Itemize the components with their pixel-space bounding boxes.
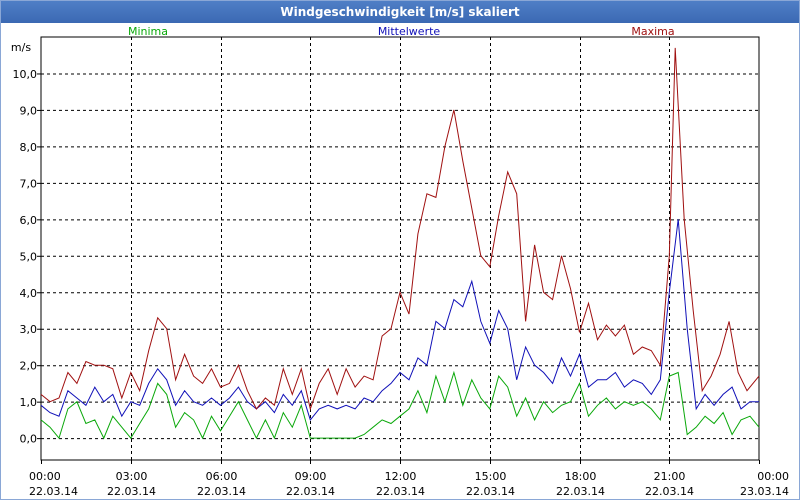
y-tick-label: 2,0 <box>20 360 38 373</box>
x-tick-time-label: 12:00 <box>385 470 417 483</box>
plot-area: 0,0 1,0 2,0 3,0 4,0 5,0 6,0 7,0 8,0 9,0 10,0 m/s 00:… <box>1 23 799 499</box>
chart-window: Windgeschwindigkeit [m/s] skaliert 0,0 1,… <box>0 0 800 500</box>
x-tick-date-label: 23.03.14 <box>740 485 789 498</box>
y-axis-label: m/s <box>11 41 31 54</box>
x-tick-time-label: 09:00 <box>295 470 327 483</box>
line-chart: 0,0 1,0 2,0 3,0 4,0 5,0 6,0 7,0 8,0 9,0 10,0 m/s 00:… <box>11 25 789 498</box>
x-tick-date-label: 22.03.14 <box>556 485 605 498</box>
x-tick-date-label: 22.03.14 <box>645 485 694 498</box>
y-tick-label: 7,0 <box>20 177 38 190</box>
legend-mittel: Mittelwerte <box>378 25 441 38</box>
y-tick-label: 0,0 <box>20 433 38 446</box>
y-tick-label: 5,0 <box>20 250 38 263</box>
window-title: Windgeschwindigkeit [m/s] skaliert <box>1 1 799 23</box>
x-tick-date-label: 22.03.14 <box>107 485 156 498</box>
legend-minima: Minima <box>128 25 168 38</box>
y-tick-label: 8,0 <box>20 141 38 154</box>
x-tick-time-label: 21:00 <box>654 470 686 483</box>
y-tick-label: 6,0 <box>20 214 38 227</box>
x-tick-time-label: 03:00 <box>116 470 148 483</box>
x-tick-time-label: 00:00 <box>757 470 789 483</box>
y-tick-label: 9,0 <box>20 104 38 117</box>
x-tick-time-label: 18:00 <box>565 470 597 483</box>
x-tick-date-label: 22.03.14 <box>376 485 425 498</box>
x-tick-time-label: 15:00 <box>475 470 507 483</box>
legend-maxima: Maxima <box>631 25 674 38</box>
y-tick-label: 3,0 <box>20 323 38 336</box>
y-tick-label: 1,0 <box>20 396 38 409</box>
x-tick-date-label: 22.03.14 <box>29 485 78 498</box>
x-tick-date-label: 22.03.14 <box>197 485 246 498</box>
x-tick-date-label: 22.03.14 <box>286 485 335 498</box>
x-tick-time-label: 06:00 <box>206 470 238 483</box>
y-tick-label: 10,0 <box>13 68 38 81</box>
x-tick-time-label: 00:00 <box>29 470 61 483</box>
x-tick-date-label: 22.03.14 <box>466 485 515 498</box>
grid-layer <box>41 37 759 460</box>
series-line-maxima <box>40 47 760 411</box>
y-tick-label: 4,0 <box>20 287 38 300</box>
legend-layer: Minima Mittelwerte Maxima <box>128 25 675 38</box>
